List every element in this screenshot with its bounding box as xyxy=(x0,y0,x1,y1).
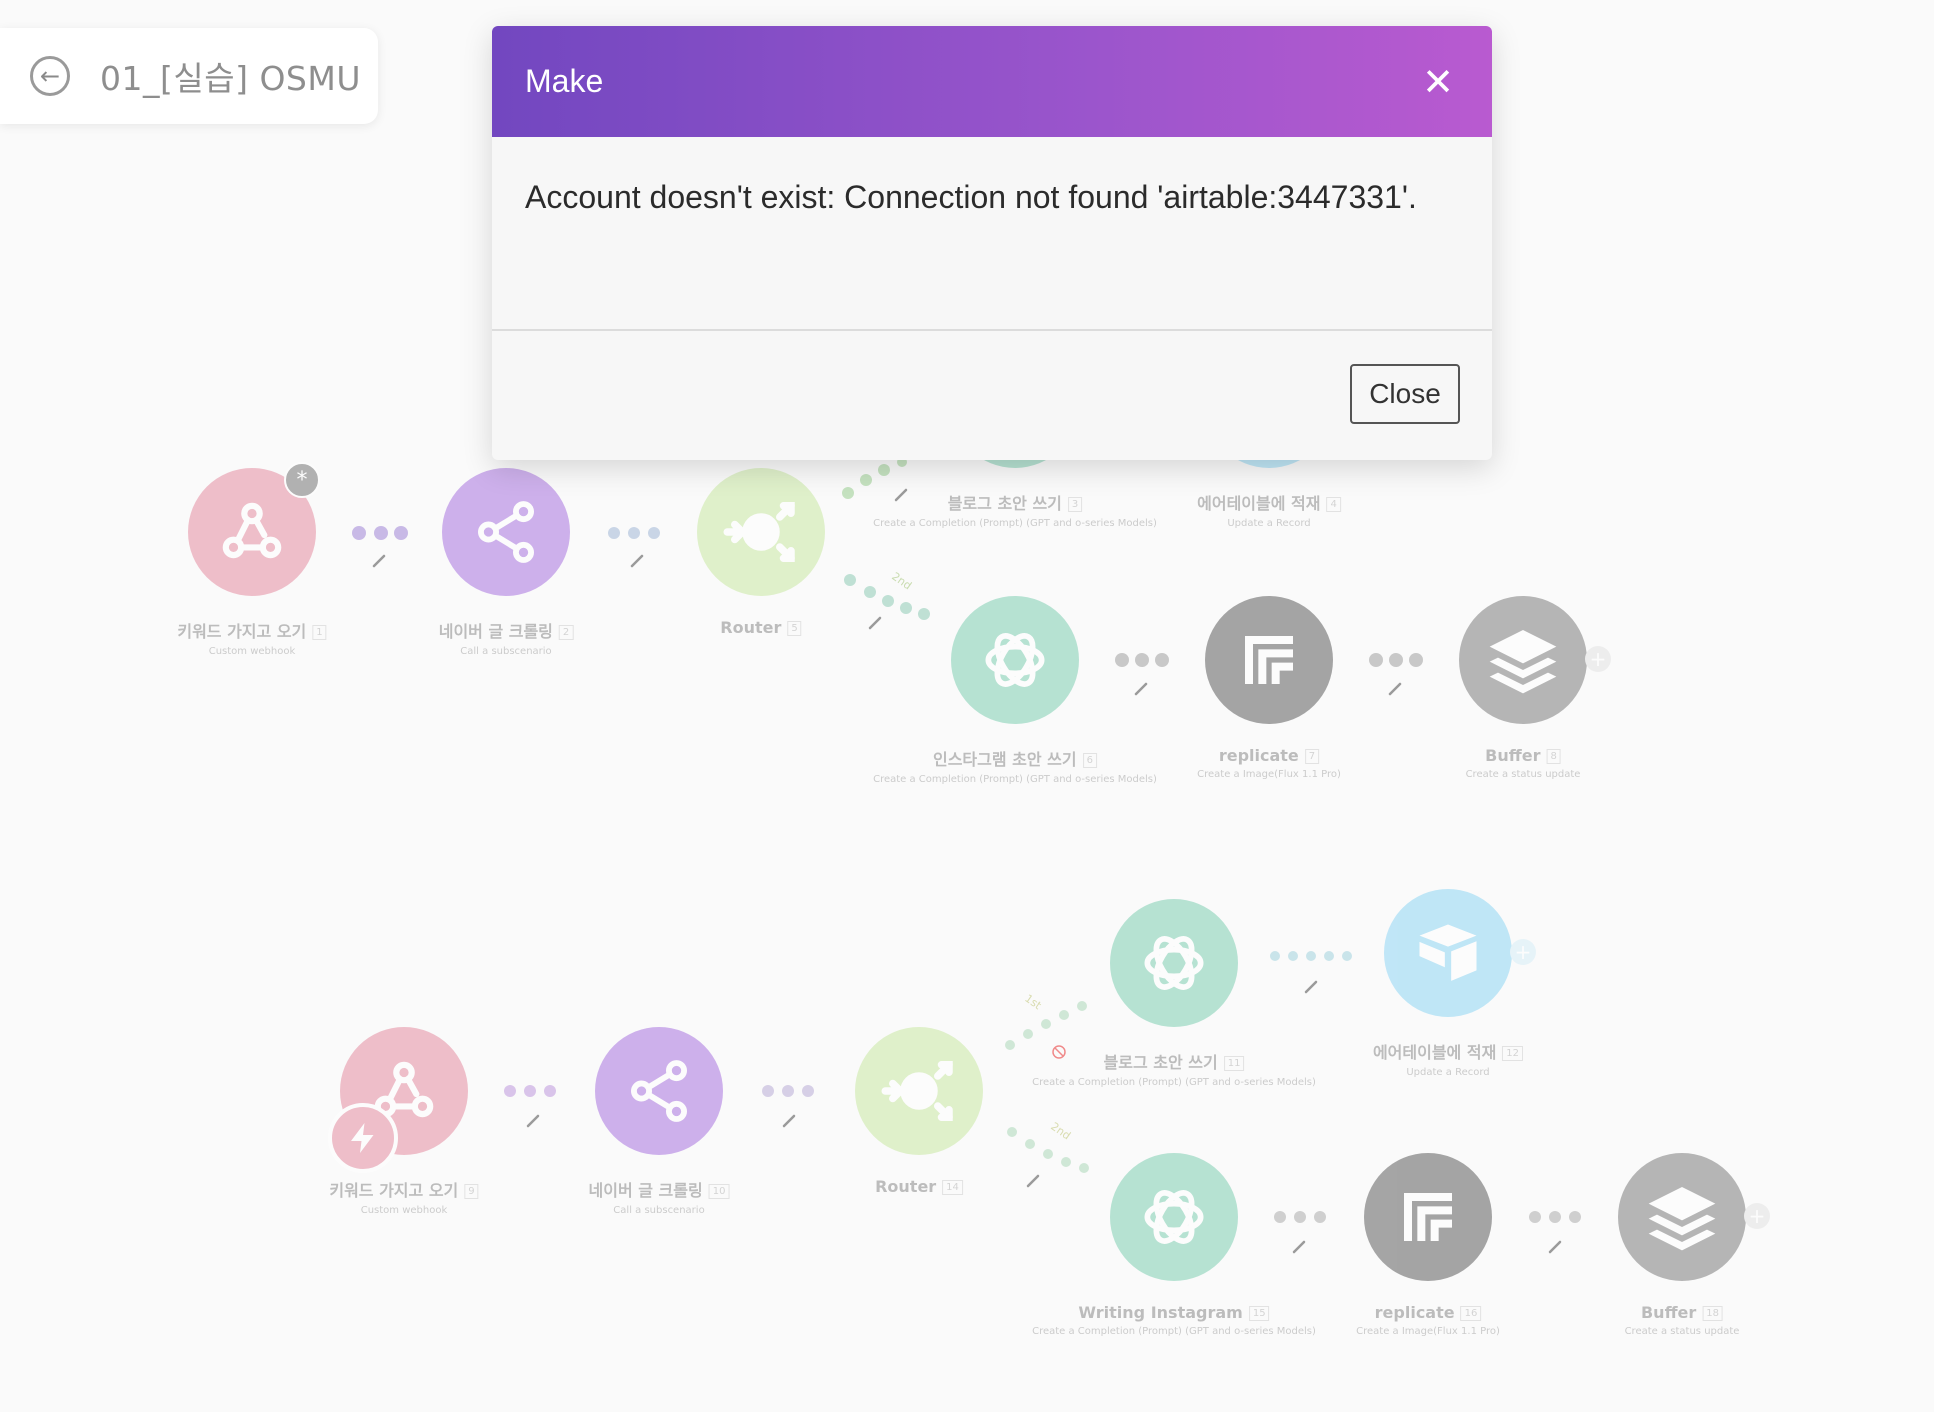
close-button[interactable]: Close xyxy=(1350,364,1460,424)
add-module-icon[interactable]: + xyxy=(1744,1203,1770,1229)
router-icon xyxy=(697,468,825,596)
module-label: 에어테이블에 적재 4 Update a Record xyxy=(1197,490,1341,529)
dialog-title: Make xyxy=(525,63,604,99)
connection-blog-to-airtable-bottom xyxy=(1270,951,1352,961)
connection-webhook-to-subscenario-bottom xyxy=(504,1085,556,1097)
share-icon xyxy=(595,1027,723,1155)
buffer-icon xyxy=(1618,1153,1746,1281)
scenario-title: 01_[실습] OSMU xyxy=(100,59,361,98)
connection-router-to-instagram-bottom xyxy=(1007,1127,1089,1173)
openai-icon xyxy=(1110,899,1238,1027)
module-label: Buffer 18 Create a status update xyxy=(1624,1303,1740,1337)
dialog-footer: Close xyxy=(492,331,1492,460)
module-label: 키워드 가지고 오기 1 Custom webhook xyxy=(177,618,327,657)
scenario-title-bar: ← 01_[실습] OSMU xyxy=(0,28,378,124)
module-label: replicate 16 Create a Image(Flux 1.1 Pro) xyxy=(1356,1303,1500,1337)
connection-replicate-to-buffer-top xyxy=(1369,653,1423,667)
connection-subscenario-to-router-bottom xyxy=(762,1085,814,1097)
error-dialog: Make ✕ Account doesn't exist: Connection… xyxy=(492,26,1492,460)
module-label: 블로그 초안 쓰기 3 Create a Completion (Prompt) … xyxy=(873,494,1157,529)
module-label: replicate 7 Create a Image(Flux 1.1 Pro) xyxy=(1197,746,1341,780)
connection-subscenario-to-router-top xyxy=(608,527,660,539)
module-label: 블로그 초안 쓰기 11 Create a Completion (Prompt)… xyxy=(1032,1053,1316,1088)
dialog-message: Account doesn't exist: Connection not fo… xyxy=(492,137,1492,331)
module-label: Router 14 xyxy=(875,1177,963,1196)
close-icon[interactable]: ✕ xyxy=(1422,60,1454,104)
connection-replicate-to-buffer-bottom xyxy=(1529,1211,1581,1223)
router-icon xyxy=(855,1027,983,1155)
connection-instagram-to-replicate-top xyxy=(1115,653,1169,667)
connection-router-to-blog-bottom xyxy=(1005,1001,1087,1050)
buffer-icon xyxy=(1459,596,1587,724)
route-label-2nd-bottom: 2nd xyxy=(1048,1120,1073,1143)
airtable-icon xyxy=(1384,889,1512,1017)
replicate-icon xyxy=(1205,596,1333,724)
module-label: 네이버 글 크롤링 10 Call a subscenario xyxy=(589,1177,730,1216)
connection-instagram-to-replicate-bottom xyxy=(1274,1211,1326,1223)
module-label: Router 5 xyxy=(720,618,802,637)
connection-webhook-to-subscenario-top xyxy=(352,526,408,540)
module-label: 키워드 가지고 오기 9 Custom webhook xyxy=(329,1177,479,1216)
openai-icon xyxy=(951,596,1079,724)
connection-router-to-instagram-top xyxy=(844,574,930,620)
add-module-icon[interactable]: + xyxy=(1510,939,1536,965)
route-label-2nd-top: 2nd xyxy=(889,570,914,593)
add-module-icon[interactable]: + xyxy=(1585,646,1611,672)
share-icon xyxy=(442,468,570,596)
module-label: 에어테이블에 적재 12 Update a Record xyxy=(1373,1039,1524,1078)
module-label: Writing Instagram 15 Create a Completion … xyxy=(1032,1303,1316,1337)
scheduler-asterisk-icon[interactable]: * xyxy=(284,462,320,498)
back-arrow-icon[interactable]: ← xyxy=(30,56,70,96)
module-label: 인스타그램 초안 쓰기 6 Create a Completion (Prompt… xyxy=(873,750,1157,785)
dialog-header: Make ✕ xyxy=(492,26,1492,137)
instant-trigger-icon xyxy=(328,1103,398,1173)
module-label: Buffer 8 Create a status update xyxy=(1465,746,1581,780)
replicate-icon xyxy=(1364,1153,1492,1281)
route-label-1st-bottom: 1st xyxy=(1022,992,1044,1013)
wrench-icons xyxy=(372,488,1562,1254)
openai-icon xyxy=(1110,1153,1238,1281)
module-label: 네이버 글 크롤링 2 Call a subscenario xyxy=(439,618,574,657)
